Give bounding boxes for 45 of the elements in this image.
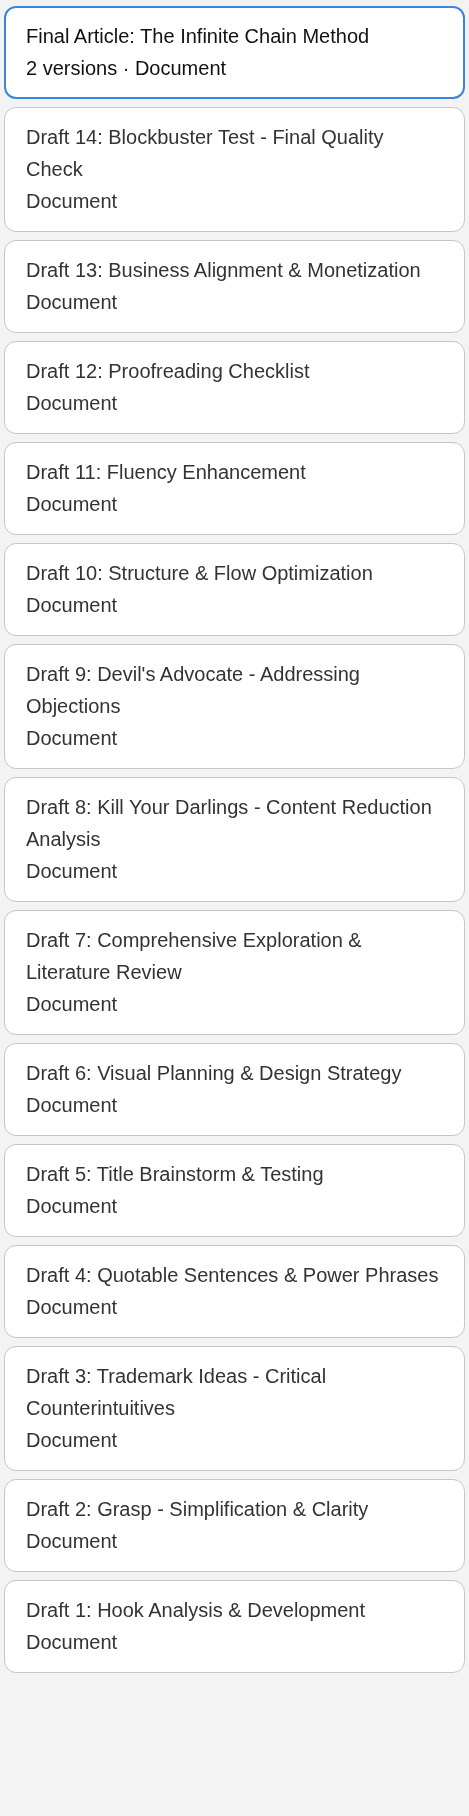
document-card[interactable]: Final Article: The Infinite Chain Method 2 versions · Document	[4, 6, 465, 99]
document-card[interactable]: Draft 10: Structure & Flow Optimization Document	[4, 543, 465, 636]
document-card[interactable]: Draft 2: Grasp - Simplification & Clarity Document	[4, 1479, 465, 1572]
document-card[interactable]: Draft 12: Proofreading Checklist Document	[4, 341, 465, 434]
document-card[interactable]: Draft 4: Quotable Sentences & Power Phrases Document	[4, 1245, 465, 1338]
document-meta: Document	[26, 992, 119, 1017]
document-title: Draft 13: Business Alignment & Monetization	[26, 258, 422, 283]
document-meta: Document	[26, 391, 119, 416]
document-title: Draft 11: Fluency Enhancement	[26, 460, 307, 485]
document-card[interactable]: Draft 5: Title Brainstorm & Testing Document	[4, 1144, 465, 1237]
document-card[interactable]: Draft 11: Fluency Enhancement Document	[4, 442, 465, 535]
document-meta: Document	[26, 726, 119, 751]
document-meta: Document	[26, 593, 119, 618]
document-title: Draft 6: Visual Planning & Design Strategy	[26, 1061, 403, 1086]
document-card[interactable]: Draft 6: Visual Planning & Design Strategy Document	[4, 1043, 465, 1136]
document-title: Draft 14: Blockbuster Test - Final Quality Check	[26, 125, 385, 182]
document-title: Draft 10: Structure & Flow Optimization	[26, 561, 374, 586]
document-card[interactable]: Draft 1: Hook Analysis & Development Document	[4, 1580, 465, 1673]
document-title: Draft 2: Grasp - Simplification & Clarity	[26, 1497, 370, 1522]
document-title: Draft 3: Trademark Ideas - Critical Counterintuitives	[26, 1364, 328, 1421]
document-title: Draft 8: Kill Your Darlings - Content Reduction Analysis	[26, 795, 433, 852]
document-title: Draft 5: Title Brainstorm & Testing	[26, 1162, 325, 1187]
document-card[interactable]: Draft 14: Blockbuster Test - Final Quality Check Document	[4, 107, 465, 232]
document-meta: Document	[26, 1630, 119, 1655]
document-meta: Document	[26, 189, 119, 214]
document-card[interactable]: Draft 9: Devil's Advocate - Addressing Objections Document	[4, 644, 465, 769]
document-meta: Document	[26, 1295, 119, 1320]
document-meta: 2 versions · Document	[26, 56, 228, 81]
document-title: Draft 7: Comprehensive Exploration & Literature Review	[26, 928, 363, 985]
document-title: Draft 9: Devil's Advocate - Addressing Objections	[26, 662, 361, 719]
document-meta: Document	[26, 1093, 119, 1118]
document-card[interactable]: Draft 13: Business Alignment & Monetization Document	[4, 240, 465, 333]
document-meta: Document	[26, 1194, 119, 1219]
document-card[interactable]: Draft 3: Trademark Ideas - Critical Counterintuitives Document	[4, 1346, 465, 1471]
document-title: Draft 12: Proofreading Checklist	[26, 359, 311, 384]
document-meta: Document	[26, 290, 119, 315]
document-meta: Document	[26, 492, 119, 517]
document-meta: Document	[26, 1428, 119, 1453]
document-meta: Document	[26, 859, 119, 884]
document-meta: Document	[26, 1529, 119, 1554]
document-card[interactable]: Draft 7: Comprehensive Exploration & Literature Review Document	[4, 910, 465, 1035]
document-title: Draft 1: Hook Analysis & Development	[26, 1598, 367, 1623]
document-title: Draft 4: Quotable Sentences & Power Phrases	[26, 1263, 440, 1288]
document-title: Final Article: The Infinite Chain Method	[26, 24, 371, 49]
document-card[interactable]: Draft 8: Kill Your Darlings - Content Reduction Analysis Document	[4, 777, 465, 902]
